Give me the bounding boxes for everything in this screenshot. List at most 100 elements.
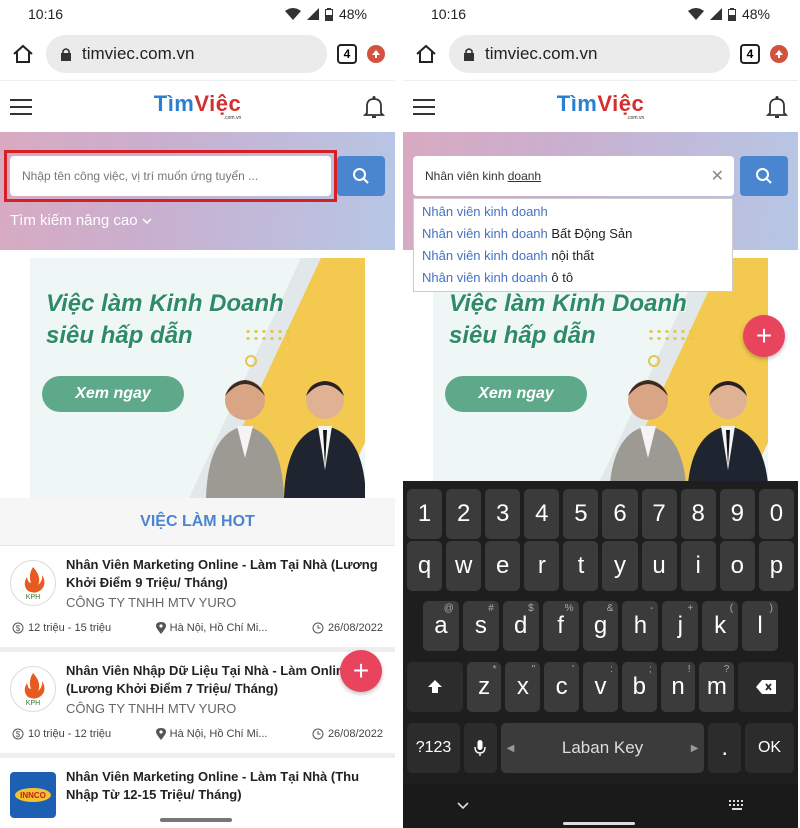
status-bar: 10:16 48% xyxy=(403,0,798,28)
banner-circle xyxy=(648,355,660,367)
job-location: Hà Nội, Hồ Chí Mi... xyxy=(155,728,267,740)
search-button[interactable] xyxy=(740,156,788,196)
key-b[interactable]: b; xyxy=(621,662,657,712)
bell-icon[interactable] xyxy=(765,95,788,119)
key-a[interactable]: a @ xyxy=(423,601,459,651)
tabs-button[interactable]: 4 xyxy=(740,44,760,64)
url-text: timviec.com.vn xyxy=(485,44,598,63)
keyboard-row-2: a @ s # d $ f% g & h - j + k(l) xyxy=(403,601,798,651)
key-r[interactable]: r xyxy=(524,541,560,591)
key-t[interactable]: t xyxy=(563,541,599,591)
key-0[interactable]: 0 xyxy=(758,489,794,539)
key-o[interactable]: o xyxy=(719,541,755,591)
businessman-image-2 xyxy=(687,381,768,498)
promo-banner[interactable]: Việc làm Kinh Doanh siêu hấp dẫn Xem nga… xyxy=(433,258,768,498)
key-v[interactable]: v: xyxy=(583,662,618,712)
key-p[interactable]: p xyxy=(758,541,794,591)
key-7[interactable]: 7 xyxy=(641,489,677,539)
voice-key[interactable] xyxy=(464,723,497,773)
menu-icon[interactable] xyxy=(10,98,32,115)
key-z[interactable]: z * xyxy=(466,662,502,712)
suggestion-item[interactable]: Nhân viên kinh doanh Bất Động Sản xyxy=(414,223,732,245)
add-fab-button[interactable]: + xyxy=(340,650,382,692)
key-x[interactable]: x " xyxy=(505,662,541,712)
address-bar[interactable]: timviec.com.vn xyxy=(46,35,327,73)
status-time: 10:16 xyxy=(28,6,64,22)
suggestion-item[interactable]: Nhân viên kinh doanh nội thất xyxy=(414,245,732,267)
key-h[interactable]: h- xyxy=(622,601,659,651)
bell-icon[interactable] xyxy=(362,95,385,119)
site-logo[interactable]: TìmViệc .com.vn xyxy=(557,92,644,121)
job-location: Hà Nội, Hồ Chí Mi... xyxy=(155,622,267,634)
key-2[interactable]: 2 xyxy=(446,489,482,539)
dollar-icon: $ xyxy=(12,622,24,634)
keyboard-switch-icon[interactable] xyxy=(729,800,745,810)
key-l[interactable]: l) xyxy=(742,601,779,651)
job-title[interactable]: Nhân Viên Marketing Online - Làm Tại Nhà… xyxy=(66,768,383,804)
shift-icon xyxy=(427,680,442,693)
home-button[interactable] xyxy=(10,41,36,67)
banner-cta-button[interactable]: Xem ngay xyxy=(445,376,587,412)
space-key[interactable]: ◀ Laban Key ▶ xyxy=(500,723,705,773)
key-i[interactable]: i xyxy=(680,541,716,591)
key-j[interactable]: j + xyxy=(662,601,699,651)
update-button[interactable] xyxy=(770,45,788,63)
key-6[interactable]: 6 xyxy=(602,489,638,539)
key-n[interactable]: n! xyxy=(660,662,696,712)
promo-banner[interactable]: Việc làm Kinh Doanh siêu hấp dẫn Xem nga… xyxy=(30,258,365,498)
address-bar[interactable]: timviec.com.vn xyxy=(449,35,730,73)
key-u[interactable]: u xyxy=(641,541,677,591)
period-key[interactable]: . xyxy=(708,723,742,773)
clear-icon[interactable]: ✕ xyxy=(711,166,724,186)
tabs-button[interactable]: 4 xyxy=(337,44,357,64)
key-w[interactable]: w xyxy=(446,541,482,591)
search-button[interactable] xyxy=(337,156,385,196)
key-y[interactable]: y xyxy=(602,541,638,591)
clock-icon xyxy=(312,622,324,634)
advanced-search-link[interactable]: Tìm kiếm nâng cao xyxy=(10,212,152,229)
key-4[interactable]: 4 xyxy=(524,489,560,539)
add-fab-button[interactable]: + xyxy=(743,315,785,357)
key-s[interactable]: s # xyxy=(462,601,499,651)
job-card[interactable]: KPH Nhân Viên Marketing Online - Làm Tại… xyxy=(0,546,395,652)
key-d[interactable]: d $ xyxy=(502,601,539,651)
key-k[interactable]: k( xyxy=(702,601,739,651)
keyboard-row-3: z * x " c ' v: b; n! m? xyxy=(403,662,798,712)
suggestion-item[interactable]: Nhân viên kinh doanh xyxy=(414,201,732,223)
key-q[interactable]: q xyxy=(407,541,443,591)
job-salary: $12 triệu - 15 triệu xyxy=(12,622,111,634)
suggestion-item[interactable]: Nhân viên kinh doanh ô tô xyxy=(414,267,732,289)
key-f[interactable]: f% xyxy=(542,601,579,651)
job-card[interactable]: KPH Nhân Viên Nhập Dữ Liệu Tại Nhà - Làm… xyxy=(0,652,395,758)
key-1[interactable]: 1 xyxy=(407,489,443,539)
key-g[interactable]: g & xyxy=(582,601,619,651)
key-m[interactable]: m? xyxy=(699,662,735,712)
key-3[interactable]: 3 xyxy=(485,489,521,539)
job-company: CÔNG TY TNHH MTV YURO xyxy=(66,701,237,716)
symbols-key[interactable]: ?123 xyxy=(407,723,460,773)
signal-icon xyxy=(709,8,722,20)
backspace-key[interactable] xyxy=(738,662,794,712)
flame-logo-icon: KPH xyxy=(24,567,45,601)
site-logo[interactable]: TìmViệc .com.vn xyxy=(154,92,241,121)
keyboard-number-row: 1234567890 xyxy=(403,489,798,539)
key-c[interactable]: c ' xyxy=(544,662,580,712)
job-title[interactable]: Nhân Viên Marketing Online - Làm Tại Nhà… xyxy=(66,556,383,592)
key-8[interactable]: 8 xyxy=(680,489,716,539)
key-5[interactable]: 5 xyxy=(563,489,599,539)
home-button[interactable] xyxy=(413,41,439,67)
hide-keyboard-icon[interactable] xyxy=(457,802,469,810)
key-9[interactable]: 9 xyxy=(719,489,755,539)
svg-text:$: $ xyxy=(16,624,21,633)
ok-key[interactable]: OK xyxy=(745,723,794,773)
job-search-input[interactable]: Nhân viên kinh doanh ✕ xyxy=(413,156,734,196)
clock-icon xyxy=(312,728,324,740)
update-button[interactable] xyxy=(367,45,385,63)
job-search-input[interactable]: Nhập tên công việc, vị trí muốn ứng tuyể… xyxy=(4,150,337,202)
menu-icon[interactable] xyxy=(413,98,435,115)
key-e[interactable]: e xyxy=(485,541,521,591)
shift-key[interactable] xyxy=(407,662,463,712)
banner-cta-button[interactable]: Xem ngay xyxy=(42,376,184,412)
job-title[interactable]: Nhân Viên Nhập Dữ Liệu Tại Nhà - Làm Onl… xyxy=(66,662,383,698)
home-icon xyxy=(13,44,33,63)
